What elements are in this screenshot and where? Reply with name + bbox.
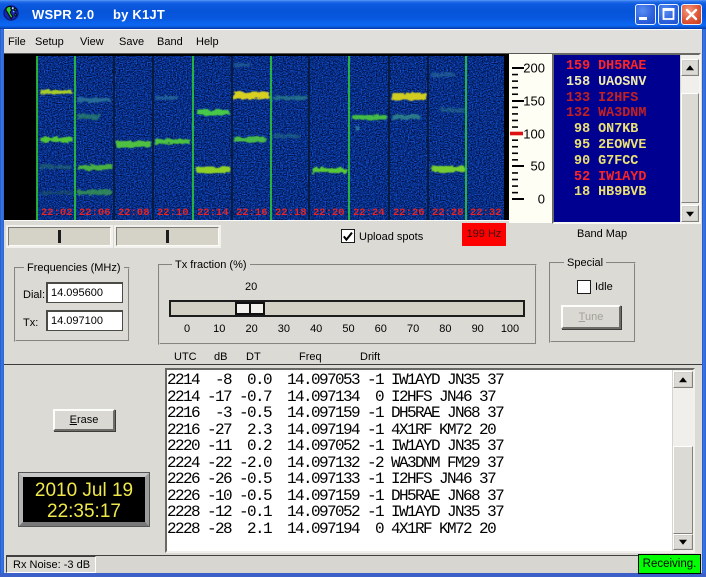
svg-text:150: 150 (523, 94, 545, 109)
svg-text:22:24: 22:24 (353, 207, 385, 219)
svg-text:0: 0 (538, 192, 545, 207)
svg-text:22:32: 22:32 (470, 207, 502, 219)
svg-text:22:26: 22:26 (393, 207, 425, 219)
svg-text:22:20: 22:20 (313, 207, 345, 219)
svg-text:22:06: 22:06 (79, 207, 111, 219)
svg-text:22:10: 22:10 (157, 207, 189, 219)
svg-text:22:02: 22:02 (41, 207, 73, 219)
svg-text:50: 50 (531, 159, 545, 174)
svg-text:22:16: 22:16 (236, 207, 268, 219)
svg-text:100: 100 (523, 127, 545, 142)
svg-text:22:18: 22:18 (275, 207, 307, 219)
svg-text:22:08: 22:08 (118, 207, 150, 219)
svg-text:200: 200 (523, 61, 545, 76)
svg-text:22:14: 22:14 (197, 207, 229, 219)
svg-text:22:28: 22:28 (432, 207, 464, 219)
